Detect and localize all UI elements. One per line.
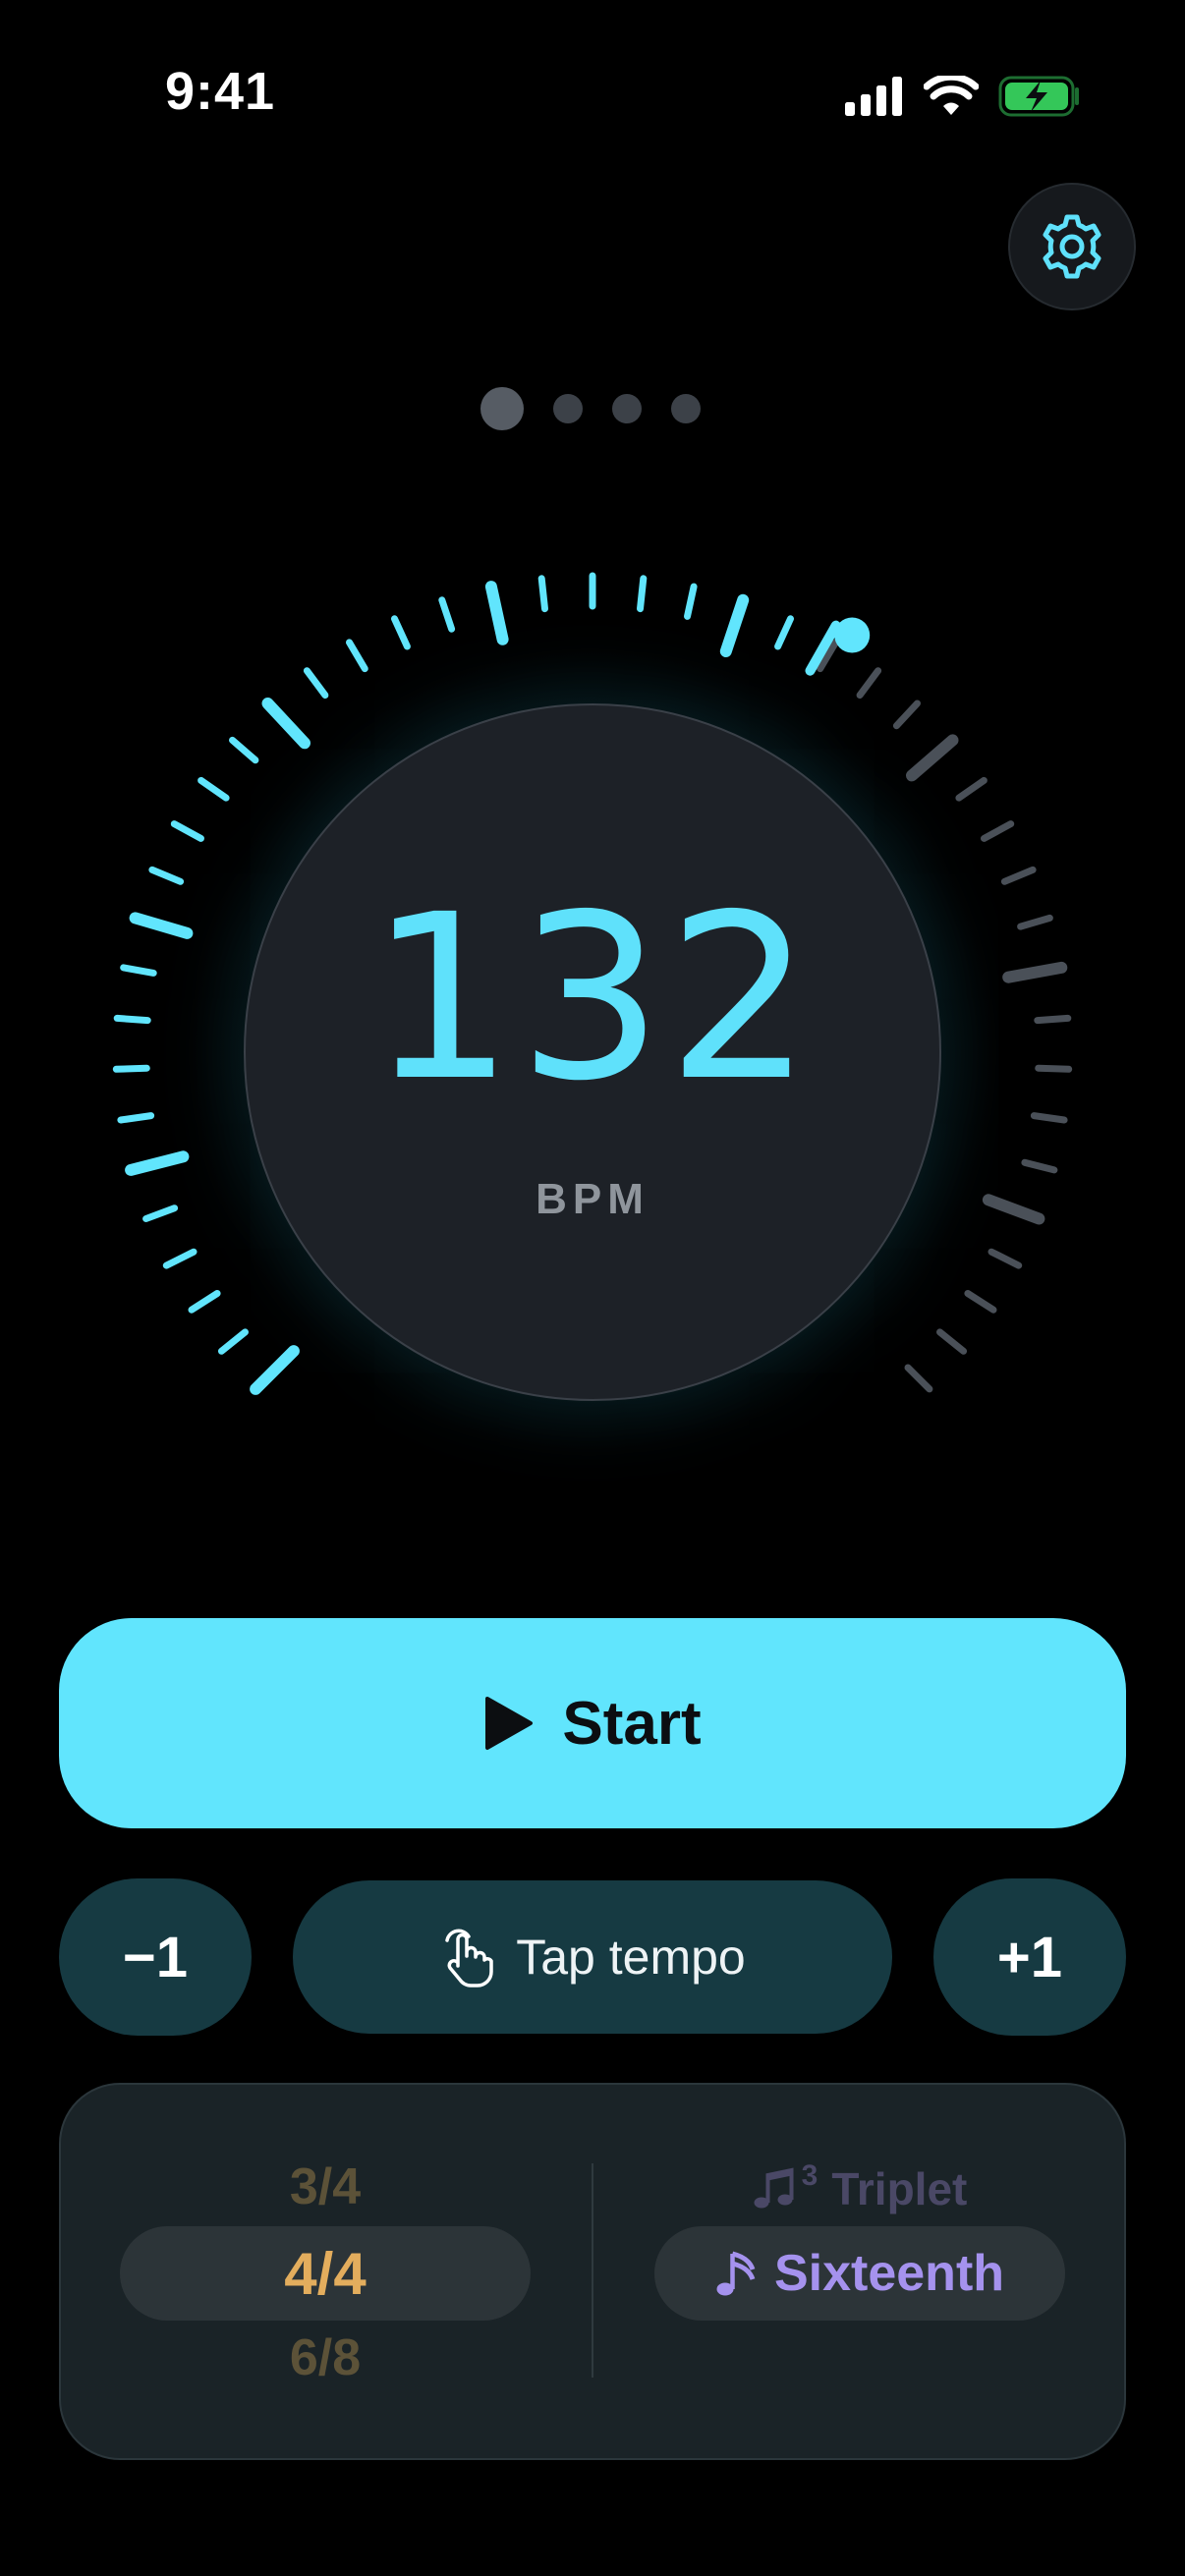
dial-tick [198,776,230,802]
dial-tick [217,1328,249,1355]
time-signature-selected[interactable]: 4/4 [120,2240,531,2308]
dial-tick [1000,866,1037,885]
dial-tick [391,615,411,650]
dial-tick [438,596,456,633]
play-icon [485,1697,534,1750]
dial-tick [117,1112,155,1124]
dial-tick [964,1290,997,1314]
dial-tick [774,615,794,650]
hand-tap-icon [445,1929,493,1988]
dial-tick [188,1290,221,1314]
dial-tick [1034,1014,1072,1025]
sixteenth-label: Sixteenth [773,2245,1005,2302]
subdivision-option-sixteenth[interactable]: Sixteenth [654,2244,1065,2303]
dial-tick [170,820,204,842]
dial-tick [892,700,921,730]
decrement-tempo-button[interactable]: −1 [59,1878,252,2036]
dial-tick [1021,1158,1058,1174]
time-signature-option[interactable]: 6/8 [120,2328,531,2387]
dial-tick [112,1064,150,1073]
dial-tick [113,1014,151,1025]
dial-major-tick [982,1194,1045,1225]
dial-tick [162,1248,198,1269]
subdivision-option-triplet[interactable]: 3 Triplet [654,2159,1065,2216]
triplet-superscript: 3 [801,2159,818,2192]
dial-tick [981,820,1015,842]
dial-tick [346,639,368,673]
dial-tick [303,667,329,700]
dial-tick [637,575,648,613]
dial-tick [955,776,988,802]
dial-tick [1017,914,1053,930]
tap-tempo-label: Tap tempo [516,1930,746,1985]
dial-major-tick [261,698,310,750]
dial-tick [936,1328,968,1355]
dial-tick [1030,1112,1068,1124]
dial-major-tick [1002,961,1068,983]
triplet-label: Triplet [831,2163,968,2214]
dial-tick [537,575,548,613]
increment-label: +1 [996,1925,1063,1989]
dial-tick [229,736,259,764]
triplet-note-icon [754,2167,794,2209]
dial-tick [988,1248,1023,1269]
dial-tick [904,1364,933,1393]
dial-major-tick [250,1345,300,1395]
bpm-value: 132 [368,866,817,1131]
increment-tempo-button[interactable]: +1 [933,1878,1126,2036]
dial-tick [120,964,157,977]
metronome-screen: 9:41 132 BPM Start −1 Tap tempo +1 3/4 4… [0,0,1185,2576]
dial-major-tick [484,581,509,645]
bpm-unit-label: BPM [536,1175,649,1223]
time-signature-option[interactable]: 3/4 [120,2157,531,2216]
dial-tick [142,1204,179,1222]
sixteenth-note-icon [716,2251,756,2296]
dial-indicator-knob[interactable] [834,617,871,653]
dial-major-tick [719,593,750,657]
tap-tempo-button[interactable]: Tap tempo [293,1880,892,2034]
dial-tick [684,583,698,620]
dial-major-tick [125,1150,190,1176]
decrement-label: −1 [122,1925,189,1989]
dial-major-tick [906,734,959,782]
dial-tick [148,866,185,885]
dial-tick [856,667,882,700]
start-button[interactable]: Start [59,1618,1126,1828]
dial-major-tick [129,912,194,939]
panel-divider [592,2163,593,2378]
start-button-label: Start [562,1689,702,1758]
dial-tick [1035,1064,1073,1073]
